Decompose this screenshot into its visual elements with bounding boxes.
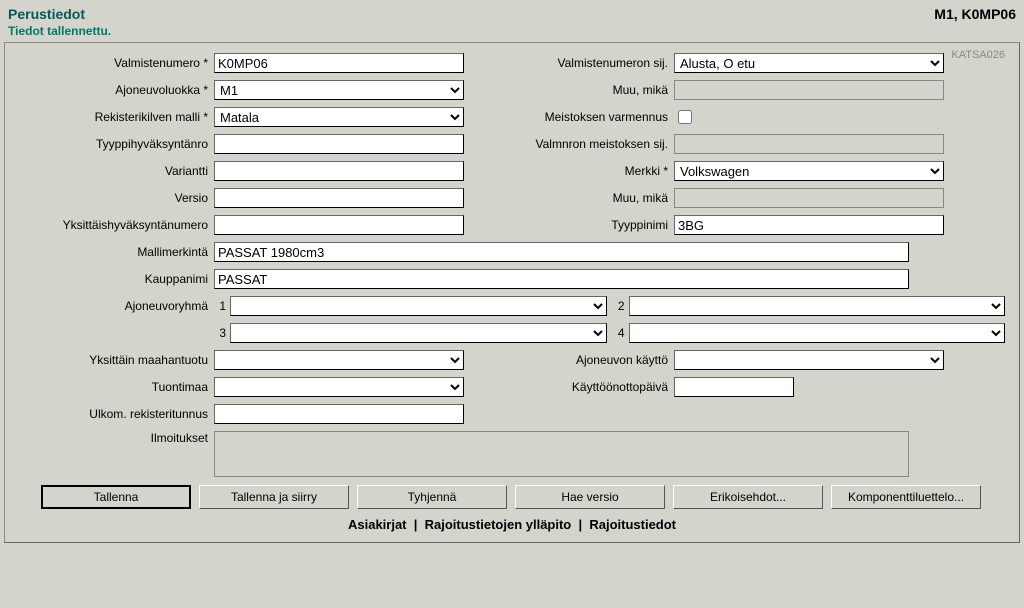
group-label-4: 4 [613,326,629,340]
label-ajoneuvoluokka: Ajoneuvoluokka * [19,83,214,97]
label-valmnron-meistoksen-sij: Valmnron meistoksen sij. [474,137,674,151]
komponenttiluettelo-button[interactable]: Komponenttiluettelo... [831,485,981,509]
yksittaishyvaksyntanumero-input[interactable] [214,215,464,235]
tallenna-button[interactable]: Tallenna [41,485,191,509]
muu-mika-input [674,80,944,100]
label-muu-mika: Muu, mikä [474,83,674,97]
hae-versio-button[interactable]: Hae versio [515,485,665,509]
link-asiakirjat[interactable]: Asiakirjat [348,517,407,532]
ajoneuvon-kaytto-select[interactable] [674,350,944,370]
ajoneuvoryhma-1-select[interactable] [230,296,607,316]
form-panel: KATSA026 Valmistenumero * Valmistenumero… [4,42,1020,543]
kauppanimi-input[interactable] [214,269,909,289]
tyyppihyvaksyntanro-input[interactable] [214,134,464,154]
panel-code: KATSA026 [951,49,1005,61]
variantti-input[interactable] [214,161,464,181]
label-tuontimaa: Tuontimaa [19,380,214,394]
mallimerkinta-input[interactable] [214,242,909,262]
tyyppinimi-input[interactable] [674,215,944,235]
label-muu-mika2: Muu, mikä [474,191,674,205]
muu-mika2-input [674,188,944,208]
tuontimaa-select[interactable] [214,377,464,397]
page-title: Perustiedot [8,6,85,22]
label-tyyppinimi: Tyyppinimi [474,218,674,232]
group-label-3: 3 [214,326,230,340]
label-valmistenumeron-sij: Valmistenumeron sij. [474,56,674,70]
label-versio: Versio [19,191,214,205]
status-message: Tiedot tallennettu. [0,24,1024,42]
kayttoonottopaiva-input[interactable] [674,377,794,397]
tyhjenna-button[interactable]: Tyhjennä [357,485,507,509]
ajoneuvoluokka-select[interactable]: M1 [214,80,464,100]
label-variantti: Variantti [19,164,214,178]
label-mallimerkinta: Mallimerkintä [19,245,214,259]
valmistenumero-input[interactable] [214,53,464,73]
group-label-1: 1 [214,299,230,313]
versio-input[interactable] [214,188,464,208]
label-ajoneuvon-kaytto: Ajoneuvon käyttö [474,353,674,367]
valmnron-meistoksen-sij-input [674,134,944,154]
link-rajoitustietojen-yllapito[interactable]: Rajoitustietojen ylläpito [425,517,572,532]
label-rekisterikilven-malli: Rekisterikilven malli * [19,110,214,124]
ulkom-rekisteritunnus-input[interactable] [214,404,464,424]
label-ilmoitukset: Ilmoitukset [19,431,214,445]
link-rajoitustiedot[interactable]: Rajoitustiedot [589,517,676,532]
header-right: M1, K0MP06 [934,6,1016,22]
yksittain-maahantuotu-select[interactable] [214,350,464,370]
erikoisehdot-button[interactable]: Erikoisehdot... [673,485,823,509]
label-ajoneuvoryhma: Ajoneuvoryhmä [19,299,214,313]
valmistenumeron-sij-select[interactable]: Alusta, O etu [674,53,944,73]
label-valmistenumero: Valmistenumero * [19,56,214,70]
ilmoitukset-textarea[interactable] [214,431,909,477]
label-kayttoonottopaiva: Käyttöönottopäivä [474,380,674,394]
label-meistoksen-varmennus: Meistoksen varmennus [474,110,674,124]
meistoksen-varmennus-checkbox[interactable] [678,110,692,124]
group-label-2: 2 [613,299,629,313]
ajoneuvoryhma-4-select[interactable] [629,323,1006,343]
label-ulkom-rekisteritunnus: Ulkom. rekisteritunnus [19,407,214,421]
label-tyyppihyvaksyntanro: Tyyppihyväksyntänro [19,137,214,151]
bottom-links: Asiakirjat | Rajoitustietojen ylläpito |… [19,517,1005,532]
label-kauppanimi: Kauppanimi [19,272,214,286]
tallenna-siirry-button[interactable]: Tallenna ja siirry [199,485,349,509]
merkki-select[interactable]: Volkswagen [674,161,944,181]
label-yksittain-maahantuotu: Yksittäin maahantuotu [19,353,214,367]
ajoneuvoryhma-2-select[interactable] [629,296,1006,316]
label-yksittaishyvaksyntanumero: Yksittäishyväksyntänumero [19,218,214,232]
rekisterikilven-malli-select[interactable]: Matala [214,107,464,127]
label-merkki: Merkki * [474,164,674,178]
ajoneuvoryhma-3-select[interactable] [230,323,607,343]
